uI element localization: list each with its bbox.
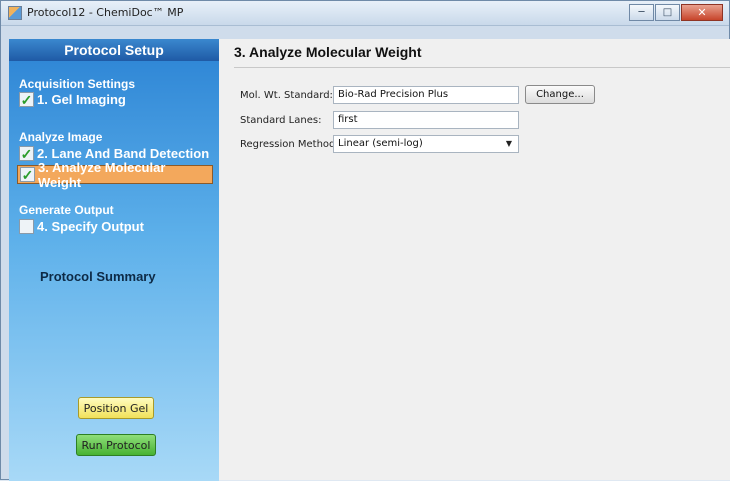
step-specify-output[interactable]: 4. Specify Output <box>19 219 144 234</box>
standard-lanes-label: Standard Lanes: <box>240 115 322 126</box>
step-checkbox[interactable]: ✓ <box>20 167 35 182</box>
check-icon: ✓ <box>20 145 33 162</box>
close-icon: ✕ <box>697 6 707 19</box>
regression-method-label: Regression Method: <box>240 139 339 150</box>
mw-standard-field[interactable]: Bio-Rad Precision Plus <box>333 86 519 104</box>
step-analyze-molecular-weight[interactable]: ✓ 3. Analyze Molecular Weight <box>17 160 213 190</box>
minimize-button[interactable]: ─ <box>629 4 654 21</box>
mw-standard-label: Mol. Wt. Standard: <box>240 90 333 101</box>
app-window: Protocol12 - ChemiDoc™ MP ─ □ ✕ Protocol… <box>0 0 730 481</box>
group-title-acquisition: Acquisition Settings <box>19 77 136 91</box>
regression-method-select[interactable]: Linear (semi-log) ▼ <box>333 135 519 153</box>
step-checkbox[interactable] <box>19 219 34 234</box>
window-title: Protocol12 - ChemiDoc™ MP <box>27 6 184 19</box>
position-gel-button[interactable]: Position Gel <box>78 397 154 419</box>
check-icon: ✓ <box>20 91 33 108</box>
regression-method-value: Linear (semi-log) <box>338 138 423 149</box>
change-button[interactable]: Change... <box>525 85 595 104</box>
step-checkbox[interactable]: ✓ <box>19 146 34 161</box>
step-checkbox[interactable]: ✓ <box>19 92 34 107</box>
window-controls: ─ □ ✕ <box>629 4 723 22</box>
content-panel: 3. Analyze Molecular Weight Mol. Wt. Sta… <box>219 39 730 480</box>
group-title-output: Generate Output <box>19 203 114 217</box>
standard-lanes-field[interactable]: first <box>333 111 519 129</box>
group-title-analyze: Analyze Image <box>19 130 103 144</box>
maximize-icon: □ <box>662 6 673 18</box>
minimize-icon: ─ <box>638 6 645 18</box>
step-label: 4. Specify Output <box>37 219 144 234</box>
protocol-summary-link[interactable]: Protocol Summary <box>40 269 156 284</box>
title-bar: Protocol12 - ChemiDoc™ MP ─ □ ✕ <box>1 1 729 26</box>
app-icon <box>8 6 22 20</box>
chevron-down-icon: ▼ <box>505 139 512 148</box>
step-label: 3. Analyze Molecular Weight <box>38 159 166 190</box>
title-divider <box>234 67 730 68</box>
maximize-button[interactable]: □ <box>655 4 680 21</box>
check-icon: ✓ <box>21 166 34 183</box>
sidebar-header: Protocol Setup <box>9 39 219 61</box>
step-gel-imaging[interactable]: ✓ 1. Gel Imaging <box>19 92 126 107</box>
step-label: 1. Gel Imaging <box>37 92 126 107</box>
run-protocol-button[interactable]: Run Protocol <box>76 434 156 456</box>
close-button[interactable]: ✕ <box>681 4 723 21</box>
page-title: 3. Analyze Molecular Weight <box>234 44 422 60</box>
